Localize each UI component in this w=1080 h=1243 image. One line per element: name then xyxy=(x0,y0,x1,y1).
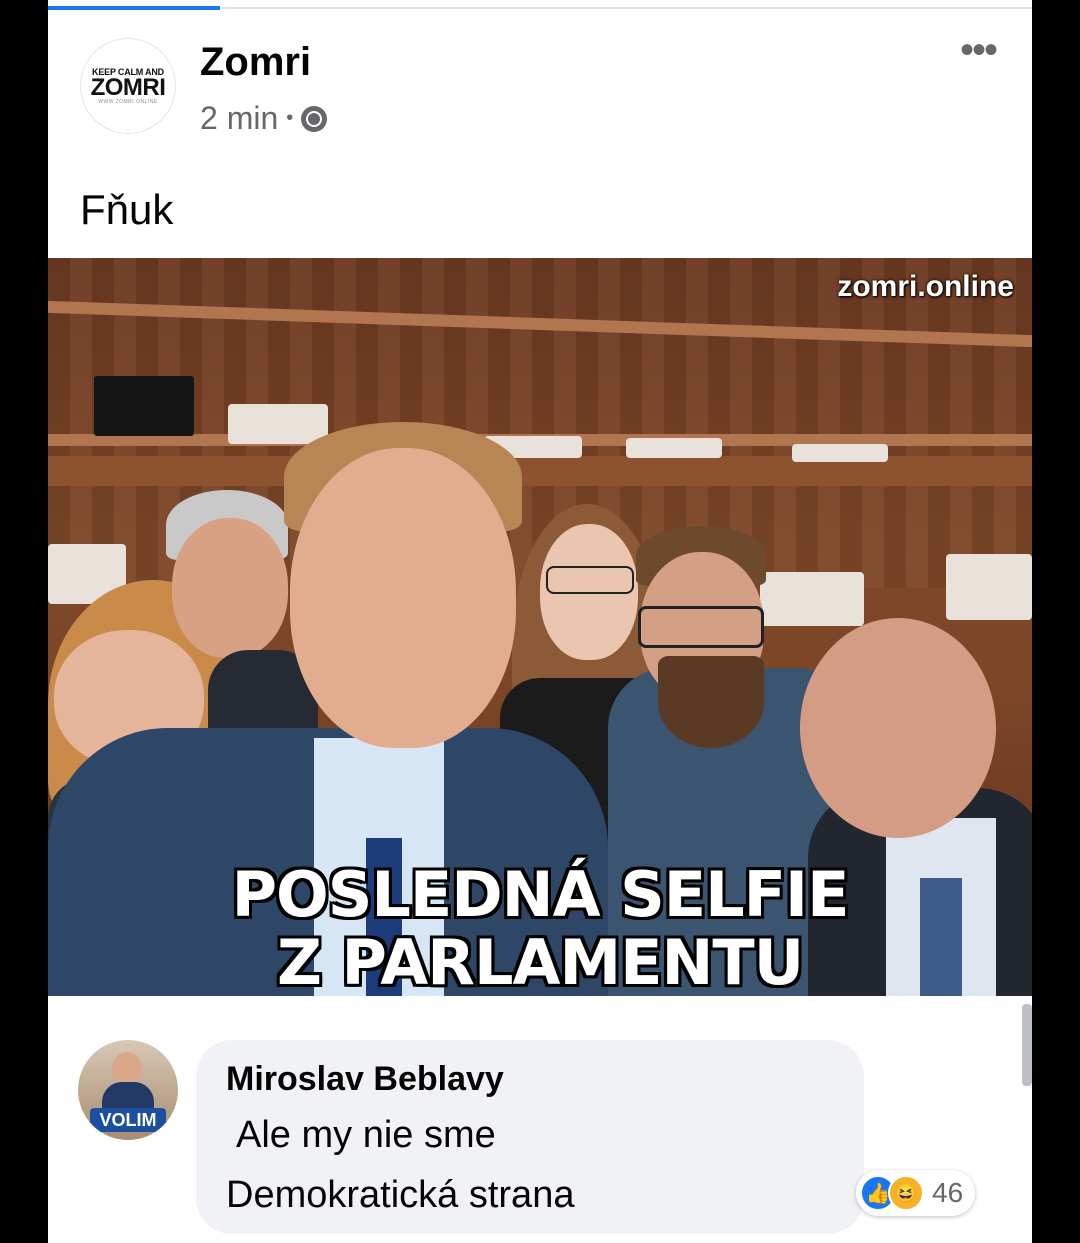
post-photo[interactable]: zomri.online POSLEDNÁ SELFIE Z PARLAMENT… xyxy=(48,258,1032,996)
post-time[interactable]: 2 min xyxy=(200,100,278,137)
commenter-avatar[interactable]: VOLIM xyxy=(78,1040,178,1140)
reaction-count: 46 xyxy=(932,1177,964,1208)
avatar-face xyxy=(112,1052,142,1086)
meme-caption-line1: POSLEDNÁ SELFIE xyxy=(231,858,850,931)
chair xyxy=(228,404,328,444)
avatar-logo-line3: WWW.ZOMRI.ONLINE xyxy=(98,99,158,105)
comment-text-line1: Ale my nie sme xyxy=(236,1114,496,1156)
beard xyxy=(658,656,764,748)
avatar-badge: VOLIM xyxy=(90,1108,166,1132)
post-caption: Fňuk xyxy=(80,186,174,233)
more-options-button[interactable]: ••• xyxy=(960,30,998,70)
glasses xyxy=(546,566,634,594)
haha-icon: 😆 xyxy=(888,1175,924,1211)
chair xyxy=(946,554,1032,620)
chair xyxy=(792,444,888,462)
face xyxy=(290,448,516,748)
divider xyxy=(220,7,1032,9)
post-card: KEEP CALM AND ZOMRI WWW.ZOMRI.ONLINE Zom… xyxy=(48,0,1032,1243)
chair xyxy=(760,572,864,626)
comment-author-link[interactable]: Miroslav Beblavy xyxy=(226,1060,504,1099)
photo-watermark: zomri.online xyxy=(837,270,1014,303)
reaction-summary[interactable]: 👍 😆 46 xyxy=(856,1170,976,1216)
glasses xyxy=(638,606,764,648)
post-meta: 2 min • xyxy=(200,100,328,137)
avatar-logo-line2: ZOMRI xyxy=(90,74,166,101)
comment-bubble: Miroslav Beblavy Ale my nie sme Demokrat… xyxy=(196,1040,864,1234)
scrollbar[interactable] xyxy=(1022,1004,1032,1086)
monitor xyxy=(94,376,194,436)
comment-text-line2: Demokratická strana xyxy=(226,1174,575,1216)
meta-separator: • xyxy=(286,107,294,129)
page-avatar[interactable]: KEEP CALM AND ZOMRI WWW.ZOMRI.ONLINE xyxy=(80,38,176,134)
face xyxy=(800,618,996,838)
page-name-link[interactable]: Zomri xyxy=(200,40,311,85)
chair xyxy=(626,438,722,458)
globe-icon xyxy=(301,105,328,132)
meme-caption-line2: Z PARLAMENTU xyxy=(276,926,804,996)
face xyxy=(172,518,288,658)
loading-progress xyxy=(48,6,220,10)
